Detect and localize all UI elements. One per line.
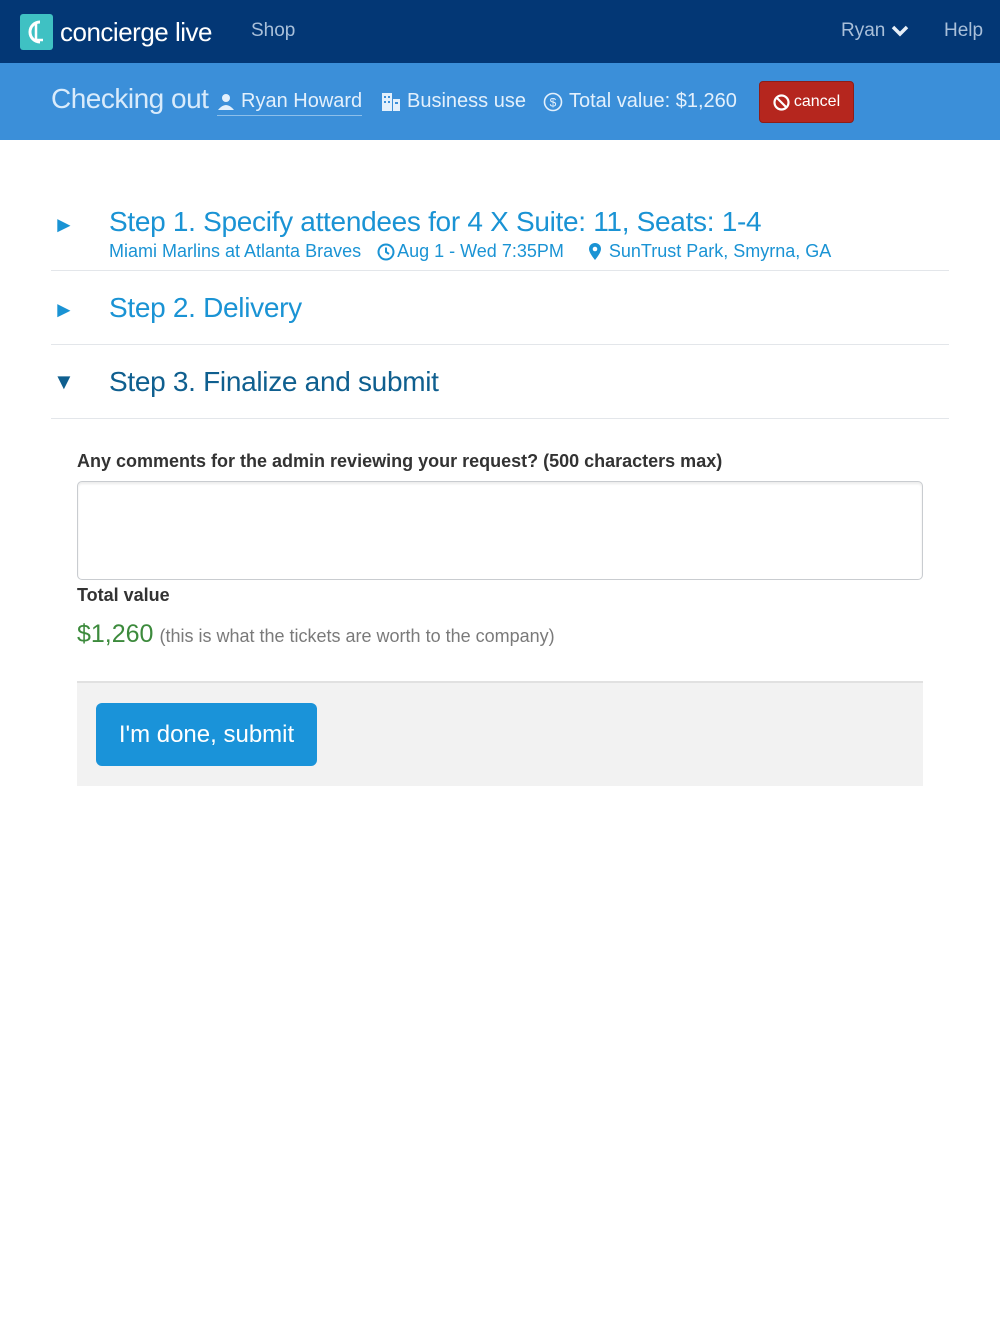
cancel-button[interactable]: cancel: [759, 81, 854, 123]
step-1-attendees[interactable]: ► Step 1. Specify attendees for 4 X Suit…: [51, 200, 949, 271]
attendee-selector[interactable]: Ryan Howard: [217, 90, 363, 116]
expand-arrow-icon: ►: [53, 212, 75, 237]
checkout-title: Checking out: [51, 83, 209, 114]
event-time: Aug 1 - Wed 7:35PM: [397, 241, 564, 261]
checkout-bar: Checking out Ryan Howard Business use $ …: [0, 63, 1000, 140]
brand-name: concierge live: [60, 16, 212, 47]
total-value-label: Total value: [77, 585, 170, 605]
step-title: Step 3. Finalize and submit: [109, 366, 439, 397]
step-title: Step 1. Specify attendees for 4 X Suite:…: [109, 206, 762, 237]
clock-icon: [377, 243, 395, 260]
step-2-delivery[interactable]: ► Step 2. Delivery: [51, 271, 949, 345]
event-venue: SunTrust Park, Smyrna, GA: [608, 241, 832, 261]
submit-panel: I'm done, submit: [77, 681, 923, 786]
total-note: (this is what the tickets are worth to t…: [159, 626, 555, 646]
cancel-label: cancel: [793, 93, 841, 110]
user-icon: [218, 93, 234, 110]
building-icon: [382, 92, 400, 111]
user-name: Ryan: [841, 20, 886, 41]
top-nav: concierge live Shop Ryan Help: [0, 0, 1000, 63]
nav-shop-link[interactable]: Shop: [251, 20, 295, 42]
total-value-summary: $ Total value: $1,260: [543, 90, 737, 113]
attendee-name: Ryan Howard: [241, 90, 363, 112]
usage-label: Business use: [407, 90, 526, 112]
step-3-finalize[interactable]: ▼ Step 3. Finalize and submit: [51, 345, 949, 419]
expand-arrow-icon: ►: [53, 297, 75, 322]
nav-help-link[interactable]: Help: [944, 20, 983, 42]
map-marker-icon: [588, 243, 601, 260]
total-value-text: Total value: $1,260: [569, 90, 737, 112]
chevron-down-icon: [892, 25, 909, 37]
user-menu[interactable]: Ryan: [841, 20, 909, 42]
ban-icon: [773, 93, 790, 111]
collapse-arrow-icon: ▼: [53, 369, 75, 394]
brand-logo[interactable]: concierge live: [20, 14, 212, 50]
total-value-line: $1,260 (this is what the tickets are wor…: [77, 620, 555, 649]
step-title: Step 2. Delivery: [109, 292, 302, 323]
submit-button[interactable]: I'm done, submit: [96, 703, 317, 766]
logo-mark-icon: [20, 14, 53, 50]
dollar-circle-icon: $: [543, 92, 563, 111]
svg-text:$: $: [550, 95, 557, 109]
event-details: Miami Marlins at Atlanta Braves Aug 1 - …: [109, 241, 831, 262]
event-name: Miami Marlins at Atlanta Braves: [109, 241, 362, 261]
total-amount: $1,260: [77, 620, 154, 648]
comment-textarea[interactable]: [77, 481, 923, 580]
usage-type: Business use: [381, 90, 526, 113]
comment-label: Any comments for the admin reviewing you…: [77, 451, 723, 471]
